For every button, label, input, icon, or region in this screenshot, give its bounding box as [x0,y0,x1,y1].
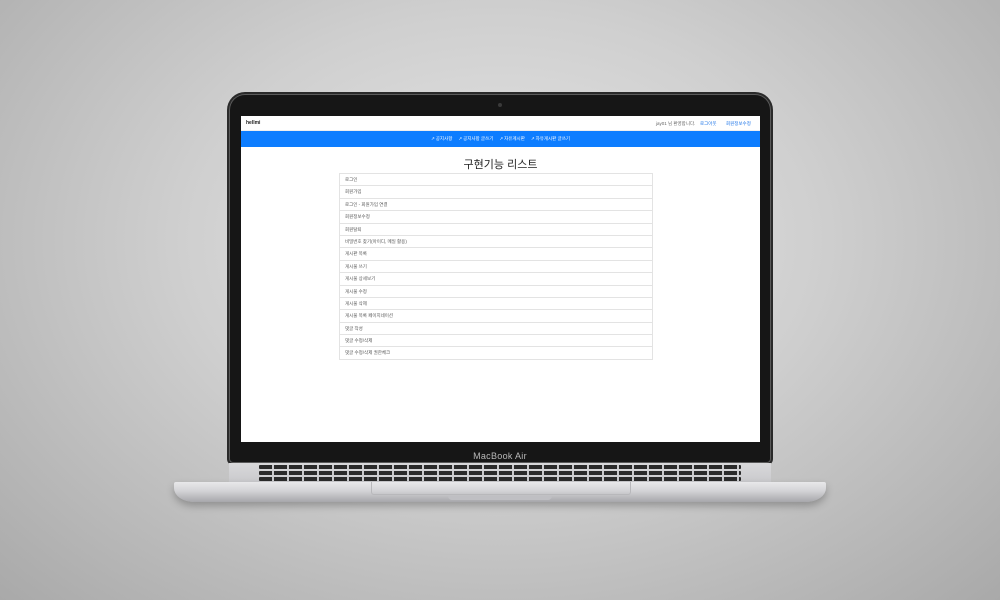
list-item: 게시물 목록 페이지네이션 [340,310,652,323]
list-item: 댓글 수정/삭제 권한체크 [340,347,652,360]
list-item: 게시물 상세보기 [340,273,652,286]
nav-item-label: 공지사항 [435,136,453,141]
list-item: 비밀번호 찾기(아이디, 메일 활용) [340,236,652,249]
top-bar: hellmi jay01 님 환영합니다. 로그아웃 회원정보수정 [241,116,760,131]
list-item: 게시물 쓰기 [340,261,652,274]
feature-list: 로그인 회원가입 로그인 - 회원가입 연결 회원정보수정 회원탈퇴 비밀번호 찾기(아이… [339,173,653,360]
chart-icon: ↗ [499,136,504,141]
brand-logo[interactable]: hellmi [246,120,260,126]
laptop-base [174,482,826,502]
chart-icon: ↗ [431,136,435,141]
list-item: 게시물 수정 [340,286,652,298]
page-title: 구현기능 리스트 [463,159,538,171]
list-item: 댓글 작성 [340,323,652,336]
nav-item-0[interactable]: ↗공지사항 [431,136,452,142]
edit-profile-link[interactable]: 회원정보수정 [726,121,751,127]
nav-item-1[interactable]: ↗공지사항 글쓰기 [458,136,493,142]
keyboard [229,463,771,483]
camera-icon [498,103,502,107]
list-item: 회원정보수정 [340,211,652,224]
user-greeting: jay01 님 환영합니다. [656,120,696,126]
lid-notch [448,496,552,500]
trackpad [371,482,631,495]
list-item: 게시물 삭제 [340,298,652,311]
list-item: 회원탈퇴 [340,224,652,236]
main-navbar: ↗공지사항 ↗공지사항 글쓰기 ↗자유게시판 ↗자유게시판 글쓰기 [241,131,760,147]
list-item: 댓글 수정/삭제 [340,335,652,348]
nav-item-label: 자유게시판 [504,136,525,141]
list-item: 게시판 목록 [340,248,652,261]
list-item: 로그인 [340,174,652,187]
nav-items: ↗공지사항 ↗공지사항 글쓰기 ↗자유게시판 ↗자유게시판 글쓰기 [241,136,760,142]
logout-link[interactable]: 로그아웃 [700,121,717,127]
model-label: MacBook Air [473,451,527,461]
list-item: 로그인 - 회원가입 연결 [340,199,652,212]
nav-item-2[interactable]: ↗자유게시판 [499,136,524,142]
nav-item-3[interactable]: ↗자유게시판 글쓰기 [531,136,570,142]
nav-item-label: 공지사항 글쓰기 [463,136,494,141]
list-item: 회원가입 [340,186,652,199]
chart-icon: ↗ [458,136,463,141]
laptop-screen: hellmi jay01 님 환영합니다. 로그아웃 회원정보수정 ↗공지사항 ↗… [241,116,760,442]
laptop-lid: hellmi jay01 님 환영합니다. 로그아웃 회원정보수정 ↗공지사항 ↗… [229,94,771,463]
chart-icon: ↗ [530,136,535,141]
nav-item-label: 자유게시판 글쓰기 [535,136,570,141]
